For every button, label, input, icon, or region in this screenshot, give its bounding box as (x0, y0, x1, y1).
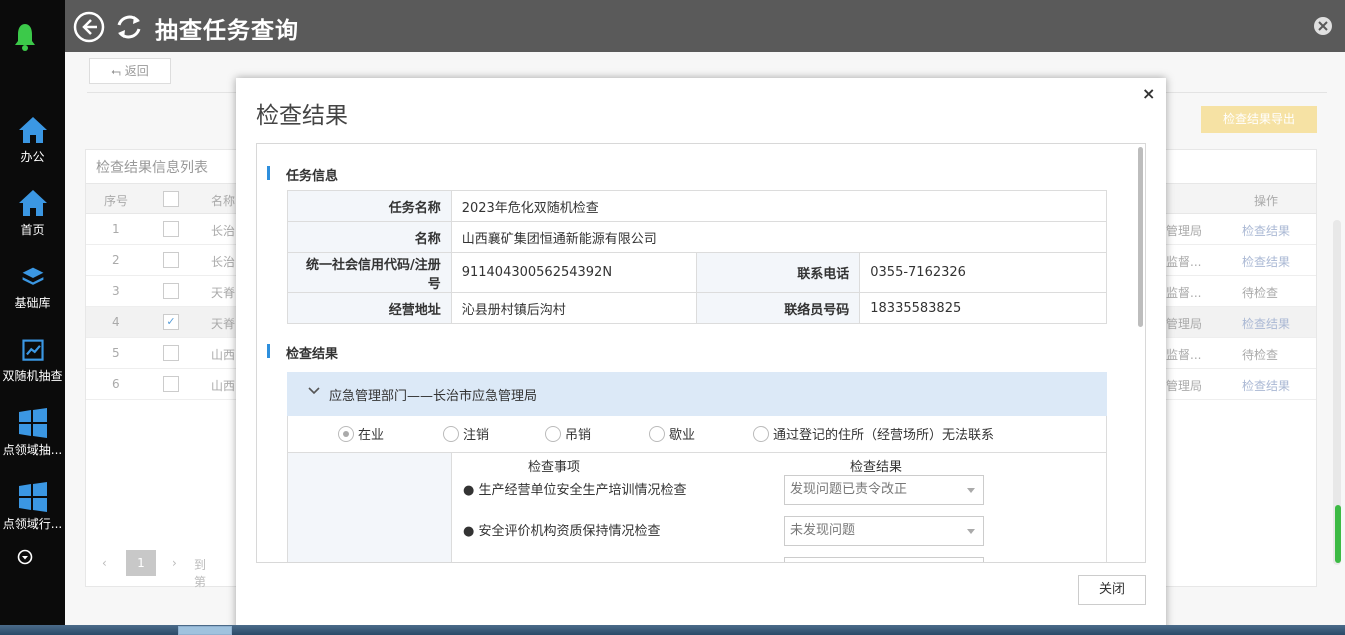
check-result-select[interactable]: 未发现问题 (784, 516, 984, 546)
dropdown-arrow-icon (967, 488, 975, 493)
sidebar-item-home[interactable]: 首页 (0, 188, 65, 238)
credit-code-label: 统一社会信用代码/注册号 (287, 252, 452, 293)
refresh-icon[interactable] (114, 11, 144, 43)
row-checkbox-checked[interactable]: ✓ (163, 314, 179, 330)
sidebar-item-label: 办公 (20, 150, 45, 164)
sidebar-item-key-area-check[interactable]: 点领域抽... (0, 408, 65, 458)
company-name-value: 山西襄矿集团恒通新能源有限公司 (450, 221, 1108, 253)
row-checkbox[interactable] (163, 376, 179, 392)
radio-circle (545, 426, 561, 442)
windows-icon (18, 482, 47, 512)
download-icon[interactable] (17, 549, 33, 565)
check-result-dialog: 检查结果 × 任务信息 任务名称 2023年危化双随机检查 名称 山西襄矿集团恒… (236, 78, 1166, 635)
radio-circle (443, 426, 459, 442)
col-op: 操作 (1254, 194, 1279, 208)
check-items-header: 检查事项 (528, 460, 581, 475)
close-button[interactable]: 关闭 (1078, 575, 1146, 605)
taskbar-app-button[interactable] (178, 626, 232, 635)
left-sidebar: 办公 首页 基础库 双随机抽查 点领域抽... 点领域行... (0, 0, 65, 635)
col-no: 序号 (104, 194, 129, 208)
dialog-title: 检查结果 (256, 103, 348, 129)
address-label: 经营地址 (287, 292, 452, 324)
credit-code-value: 91140430056254392N (450, 252, 697, 293)
chart-icon (21, 339, 44, 361)
liaison-label: 联络员号码 (695, 292, 861, 324)
address-value: 沁县册村镇后沟村 (450, 292, 697, 324)
current-page[interactable]: 1 (126, 550, 156, 576)
check-result-section-title: 检查结果 (267, 343, 338, 362)
row-checkbox[interactable] (163, 252, 179, 268)
task-name-label: 任务名称 (287, 190, 452, 222)
business-status-radio-group: 在业 注销 吊销 歇业 通过登记的住所（经营场所）无法联系 (287, 416, 1107, 453)
export-results-button[interactable]: 检查结果导出 (1201, 106, 1317, 133)
sidebar-item-key-area-action[interactable]: 点领域行... (0, 482, 65, 532)
sidebar-item-label: 首页 (20, 223, 45, 237)
return-button[interactable]: ⮢ 返回 (89, 58, 171, 84)
select-all-checkbox[interactable] (163, 191, 179, 207)
sidebar-item-label: 点领域抽... (2, 443, 63, 457)
task-name-value: 2023年危化双随机检查 (450, 190, 1108, 222)
prev-page-icon[interactable]: ‹ (102, 556, 107, 570)
dept-name: 应急管理部门——长治市应急管理局 (329, 389, 538, 404)
dialog-body: 任务信息 任务名称 2023年危化双随机检查 名称 山西襄矿集团恒通新能源有限公… (256, 143, 1146, 563)
check-items-area: 检查事项 检查结果 ● 生产经营单位安全生产培训情况检查 发现问题已责令改正 ●… (287, 453, 1107, 562)
liaison-value: 18335583825 (859, 292, 1107, 324)
status-radio-suspended[interactable]: 歇业 (649, 424, 695, 443)
view-result-link[interactable]: 检查结果 (1242, 253, 1290, 270)
row-checkbox[interactable] (163, 345, 179, 361)
layers-icon (22, 267, 43, 285)
pending-status: 待检查 (1242, 348, 1279, 362)
row-checkbox[interactable] (163, 283, 179, 299)
home-icon (18, 190, 47, 216)
return-arrow-icon: ⮢ (111, 64, 125, 78)
view-result-link[interactable]: 检查结果 (1242, 222, 1290, 239)
radio-circle (649, 426, 665, 442)
company-name-label: 名称 (287, 221, 452, 253)
task-info-section-title: 任务信息 (267, 165, 338, 184)
phone-label: 联系电话 (695, 252, 861, 293)
sidebar-item-label: 点领域行... (2, 517, 63, 531)
check-result-select[interactable] (784, 557, 984, 562)
back-arrow-icon[interactable] (73, 11, 105, 43)
sidebar-item-double-random[interactable]: 双随机抽查 (0, 338, 65, 384)
sidebar-item-label: 基础库 (14, 296, 51, 310)
list-title: 检查结果信息列表 (96, 160, 208, 176)
check-result-select[interactable]: 发现问题已责令改正 (784, 475, 984, 505)
status-radio-revoked[interactable]: 吊销 (545, 424, 591, 443)
goto-page-label: 到第 (194, 558, 207, 589)
sidebar-item-office[interactable]: 办公 (0, 115, 65, 165)
windows-icon (18, 408, 47, 438)
next-page-icon[interactable]: › (172, 556, 177, 570)
status-radio-active[interactable]: 在业 (338, 424, 384, 443)
status-radio-cancelled[interactable]: 注销 (443, 424, 489, 443)
task-info-table: 任务名称 2023年危化双随机检查 名称 山西襄矿集团恒通新能源有限公司 统一社… (287, 190, 1108, 324)
dialog-close-icon[interactable]: × (1142, 84, 1155, 103)
check-item: ● 安全评价机构资质保持情况检查 (463, 524, 661, 539)
bell-icon[interactable] (12, 22, 38, 52)
top-bar: 抽查任务查询 (65, 0, 1345, 52)
view-result-link[interactable]: 检查结果 (1242, 377, 1290, 394)
check-items-left-cell (288, 453, 452, 562)
check-item: ● 生产经营单位安全生产培训情况检查 (463, 483, 687, 498)
radio-circle (338, 426, 354, 442)
dialog-scrollbar[interactable] (1138, 147, 1143, 327)
close-icon[interactable] (1313, 16, 1333, 36)
chevron-down-icon (308, 387, 320, 395)
dept-accordion-header[interactable]: 应急管理部门——长治市应急管理局 (287, 372, 1107, 416)
phone-value: 0355-7162326 (859, 252, 1107, 293)
row-checkbox[interactable] (163, 221, 179, 237)
pending-status: 待检查 (1242, 286, 1279, 300)
dropdown-arrow-icon (967, 529, 975, 534)
check-results-header: 检查结果 (850, 460, 903, 475)
page-scrollbar-thumb[interactable] (1335, 505, 1341, 563)
sidebar-item-label: 双随机抽查 (2, 369, 63, 383)
radio-circle (753, 426, 769, 442)
sidebar-item-base-library[interactable]: 基础库 (0, 265, 65, 311)
view-result-link[interactable]: 检查结果 (1242, 315, 1290, 332)
home-icon (18, 117, 47, 143)
col-name: 名称 (211, 194, 236, 208)
page-title: 抽查任务查询 (155, 18, 299, 44)
status-radio-unreachable[interactable]: 通过登记的住所（经营场所）无法联系 (753, 424, 994, 443)
